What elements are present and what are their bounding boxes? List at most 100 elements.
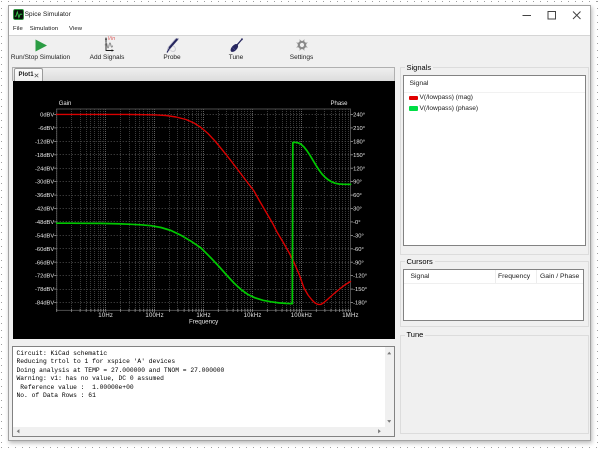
x-tick-label: 100kHz bbox=[291, 312, 313, 318]
y-left-tick-label: -84dBV bbox=[35, 300, 54, 306]
tab-close-icon[interactable] bbox=[33, 72, 39, 78]
x-tick-label: 10kHz bbox=[244, 312, 262, 318]
console-vscrollbar[interactable] bbox=[384, 346, 394, 427]
phase-color-swatch bbox=[409, 106, 419, 111]
signals-list[interactable]: Signal V(/lowpass) (mag) V(/lowpass) (ph… bbox=[402, 75, 586, 246]
close-button[interactable] bbox=[565, 6, 590, 23]
minimize-button[interactable] bbox=[515, 6, 540, 23]
selection-border-left bbox=[1, 1, 2, 447]
y-left-tick-label: -36dBV bbox=[35, 193, 54, 199]
menu-file[interactable]: File bbox=[13, 26, 23, 32]
window-title: Spice Simulator bbox=[24, 10, 71, 18]
plot-notebook: Plot1 0dBV 240° -6dBV 210° -12dBV 180° -18dBV 1… bbox=[12, 67, 395, 344]
plot-canvas[interactable]: 0dBV 240° -6dBV 210° -12dBV 180° -18dBV 150° -24… bbox=[13, 80, 395, 339]
y-right-tick-label: -0° bbox=[353, 220, 360, 226]
signal-row-mag[interactable]: V(/lowpass) (mag) bbox=[404, 93, 585, 104]
run-icon bbox=[35, 39, 47, 51]
mag-color-swatch bbox=[409, 95, 419, 100]
run-stop-simulation-button[interactable]: Run/Stop Simulation bbox=[10, 37, 71, 65]
tab-strip bbox=[12, 67, 395, 81]
y-left-tick-label: -48dBV bbox=[35, 220, 54, 226]
menu-bar: File Simulation View bbox=[9, 23, 590, 36]
title-bar[interactable]: Spice Simulator bbox=[9, 6, 590, 23]
probe-button[interactable]: Probe bbox=[157, 37, 187, 65]
y-left-tick-label: 0dBV bbox=[40, 112, 54, 118]
settings-button[interactable]: Settings bbox=[286, 37, 318, 65]
tune-group: Tune bbox=[399, 330, 589, 434]
y-right-tick-label: 120° bbox=[353, 166, 365, 172]
tab-plot1-label: Plot1 bbox=[18, 71, 34, 78]
tune-label: Tune bbox=[228, 53, 244, 61]
simulation-console[interactable]: Circuit: KiCad schematic Reducing trtol … bbox=[11, 345, 395, 437]
probe-label: Probe bbox=[163, 53, 181, 61]
minimize-icon bbox=[522, 15, 531, 16]
close-icon bbox=[572, 11, 581, 20]
y-left-tick-label: -6dBV bbox=[38, 126, 54, 132]
y-right-tick-label: 30° bbox=[353, 206, 362, 212]
maximize-button[interactable] bbox=[540, 6, 565, 23]
cursors-col-signal[interactable]: Signal bbox=[411, 273, 430, 280]
selection-border-bottom bbox=[1, 447, 598, 448]
y-left-tick-label: -78dBV bbox=[35, 287, 54, 293]
scroll-left-icon[interactable] bbox=[16, 429, 21, 434]
signal-name-mag: V(/lowpass) (mag) bbox=[419, 94, 474, 101]
signal-row-phase[interactable]: V(/lowpass) (phase) bbox=[404, 104, 585, 115]
scroll-up-icon[interactable] bbox=[386, 351, 392, 356]
signals-group: Signals Signal V(/lowpass) (mag) V(/lowp… bbox=[399, 62, 589, 255]
settings-icon bbox=[295, 38, 308, 51]
y-right-tick-label: -120° bbox=[353, 273, 367, 279]
y-left-tick-label: -54dBV bbox=[35, 233, 54, 239]
bode-plot: 0dBV 240° -6dBV 210° -12dBV 180° -18dBV 150° -24… bbox=[35, 101, 367, 326]
y-right-tick-label: -90° bbox=[353, 260, 364, 266]
selection-border-top bbox=[1, 1, 598, 2]
app-icon bbox=[13, 9, 24, 20]
run-stop-simulation-label: Run/Stop Simulation bbox=[10, 53, 71, 61]
cursors-col-frequency[interactable]: Frequency bbox=[498, 273, 530, 280]
column-separator bbox=[494, 269, 496, 283]
y-right-tick-label: 180° bbox=[353, 139, 365, 145]
menu-view[interactable]: View bbox=[69, 26, 82, 32]
console-hscrollbar[interactable] bbox=[12, 427, 385, 436]
header-separator bbox=[403, 282, 583, 284]
y-left-tick-label: -66dBV bbox=[35, 260, 54, 266]
y-right-tick-label: 150° bbox=[353, 152, 365, 158]
add-signals-label: Add Signals bbox=[89, 53, 125, 61]
tune-group-label: Tune bbox=[404, 330, 426, 339]
y-right-tick-label: 240° bbox=[353, 112, 365, 118]
y-left-tick-label: -60dBV bbox=[35, 246, 54, 252]
y-right-tick-label: -60° bbox=[353, 246, 364, 252]
signal-name-phase: V(/lowpass) (phase) bbox=[419, 104, 479, 112]
column-separator bbox=[535, 269, 537, 283]
signals-group-label: Signals bbox=[404, 62, 434, 72]
selection-border-right bbox=[597, 1, 598, 447]
y-left-tick-label: -42dBV bbox=[35, 206, 54, 212]
signals-column-header[interactable]: Signal bbox=[410, 80, 429, 87]
tab-plot1[interactable]: Plot1 bbox=[13, 67, 43, 81]
menu-simulation[interactable]: Simulation bbox=[30, 26, 59, 32]
cursors-group: Cursors Signal Frequency Gain / Phase bbox=[399, 256, 589, 327]
maximize-icon bbox=[547, 11, 556, 20]
tune-button[interactable]: Tune bbox=[222, 37, 250, 65]
y-left-tick-label: -24dBV bbox=[35, 166, 54, 172]
cursors-group-label: Cursors bbox=[404, 256, 435, 266]
add-signals-icon: Vin bbox=[104, 36, 115, 52]
scroll-right-icon[interactable] bbox=[377, 429, 382, 434]
cursors-col-gain-phase[interactable]: Gain / Phase bbox=[540, 273, 579, 280]
y-right-tick-label: -150° bbox=[353, 287, 367, 293]
y-right-tick-label: -30° bbox=[353, 233, 364, 239]
y-left-tick-label: -12dBV bbox=[35, 139, 54, 145]
add-signals-button[interactable]: Vin Add Signals bbox=[85, 36, 129, 65]
y-right-tick-label: 210° bbox=[353, 126, 365, 132]
x-tick-label: 100Hz bbox=[145, 312, 163, 318]
scroll-down-icon[interactable] bbox=[386, 419, 392, 424]
x-tick-label: 10Hz bbox=[98, 312, 113, 318]
screenshot-stage: Spice Simulator File Simulation View Run… bbox=[0, 0, 600, 449]
cursors-list[interactable]: Signal Frequency Gain / Phase bbox=[402, 268, 584, 321]
y-right-tick-label: 60° bbox=[353, 193, 362, 199]
toolbar: Run/Stop Simulation Vin Add Signals Prob… bbox=[9, 36, 590, 65]
console-text: Circuit: KiCad schematic Reducing trtol … bbox=[16, 349, 225, 400]
app-window: Spice Simulator File Simulation View Run… bbox=[8, 5, 591, 441]
settings-label: Settings bbox=[289, 53, 314, 61]
y-right-tick-label: -180° bbox=[353, 300, 367, 306]
gain-axis-title: Gain bbox=[59, 101, 72, 107]
